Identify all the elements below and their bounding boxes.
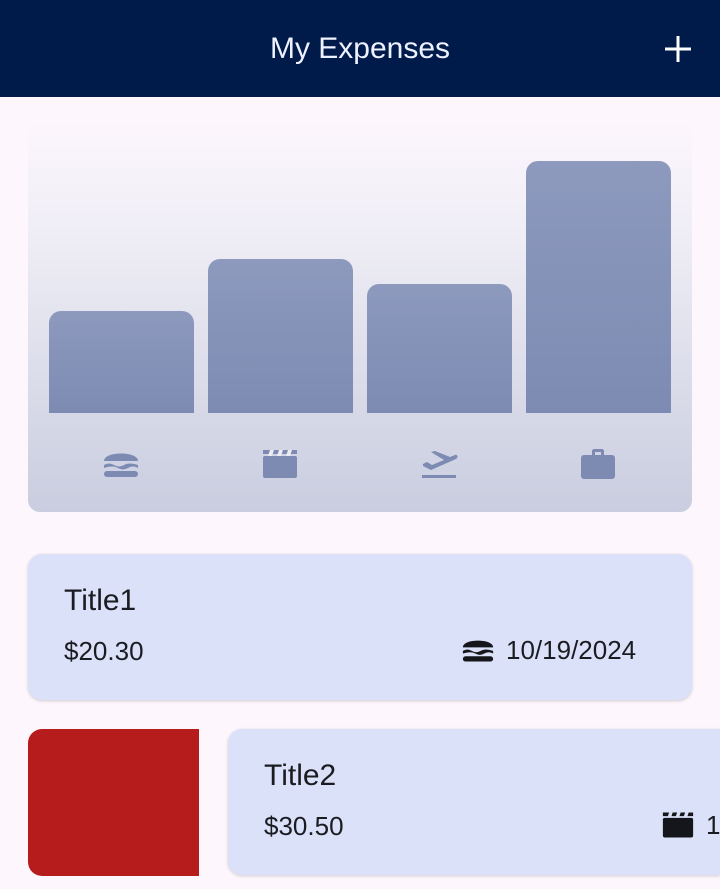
add-expense-button[interactable] (650, 22, 706, 78)
expense-title: Title1 (64, 584, 137, 617)
expense-item[interactable]: Title1 $20.30 10/19/2024 (28, 554, 692, 700)
flight-takeoff-icon (422, 451, 458, 478)
page-title: My Expenses (269, 32, 451, 65)
burger-icon (462, 640, 494, 662)
chart-bar-food (49, 311, 194, 413)
expense-meta: 1 (660, 809, 720, 841)
expense-date: 10/19/2024 (506, 634, 637, 665)
expense-date: 1 (706, 809, 720, 840)
expense-amount: $20.30 (64, 636, 144, 666)
app-bar: My Expenses (0, 0, 720, 97)
expense-meta: 10/19/2024 (460, 634, 636, 666)
burger-icon (104, 453, 138, 477)
clapperboard-icon (263, 450, 297, 478)
clapperboard-icon (662, 812, 694, 838)
briefcase-icon (581, 449, 615, 479)
expense-amount: $30.50 (264, 811, 344, 841)
swipe-delete-background (28, 729, 199, 876)
chart-bar-leisure (208, 259, 353, 413)
plus-icon (665, 36, 691, 62)
expense-item[interactable]: Title2 $30.50 1 (228, 729, 720, 875)
chart-bars (49, 158, 671, 413)
chart-bar-work (526, 161, 671, 413)
expenses-chart (28, 118, 692, 512)
chart-bar-travel (367, 284, 512, 413)
expense-title: Title2 (264, 759, 337, 792)
